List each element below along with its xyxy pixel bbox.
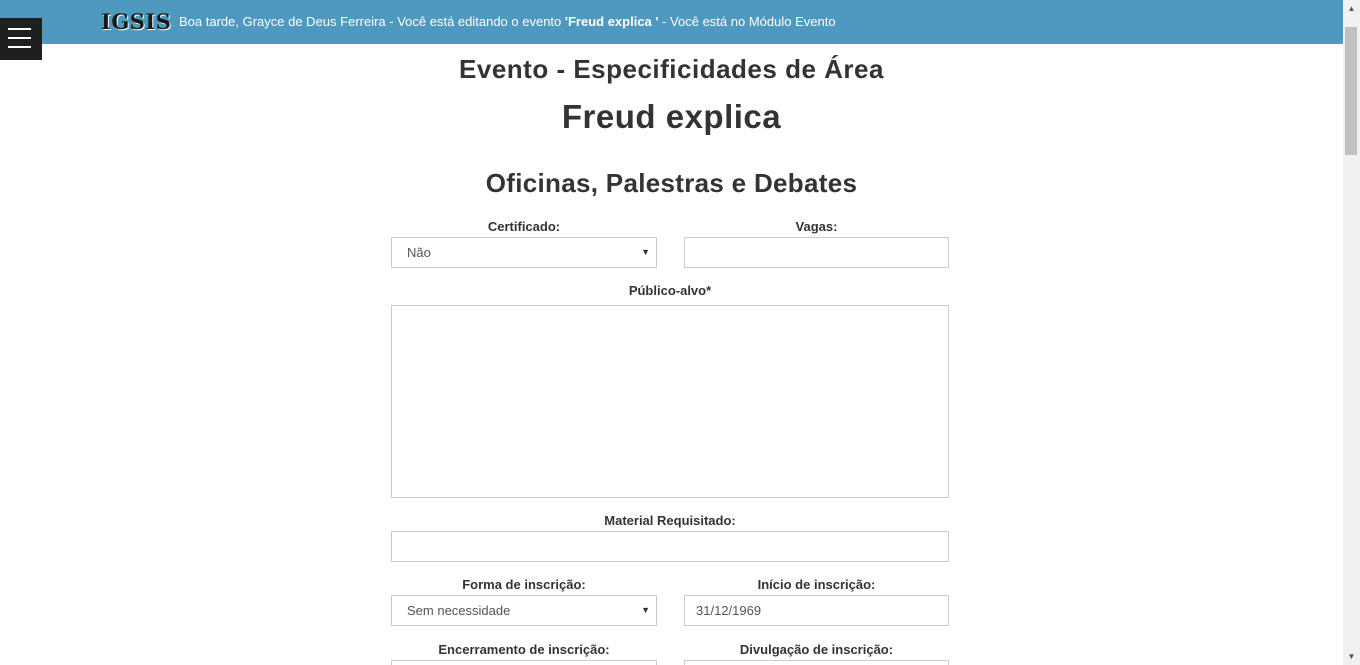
- section-title: Oficinas, Palestras e Debates: [485, 168, 858, 198]
- inicio-inscricao-input[interactable]: 31/12/1969: [684, 595, 949, 626]
- top-navbar: IGSIS Boa tarde, Grayce de Deus Ferreira…: [0, 0, 1343, 44]
- vagas-input[interactable]: [684, 237, 949, 268]
- divulgacao-inscricao-label: Divulgação de inscrição:: [739, 642, 894, 657]
- publico-alvo-textarea[interactable]: [391, 305, 949, 498]
- menu-line: [8, 28, 31, 30]
- page-heading: Evento - Especificidades de Área: [459, 54, 884, 84]
- material-requisitado-input[interactable]: [391, 531, 949, 562]
- scroll-down-arrow-icon[interactable]: ▼: [1343, 648, 1360, 665]
- vertical-scrollbar[interactable]: ▲ ▼: [1343, 0, 1360, 665]
- divulgacao-inscricao-input[interactable]: [684, 660, 949, 665]
- greeting-suffix: - Você está no Módulo Evento: [658, 14, 836, 29]
- encerramento-inscricao-input[interactable]: [391, 660, 657, 665]
- certificado-selected-value: Não: [407, 245, 431, 260]
- greeting-event-name: 'Freud explica ': [564, 14, 659, 29]
- encerramento-inscricao-label: Encerramento de inscrição:: [438, 642, 610, 657]
- igsis-logo[interactable]: IGSIS: [101, 9, 171, 34]
- chevron-down-icon: ▼: [641, 247, 650, 257]
- certificado-label: Certificado:: [487, 219, 561, 234]
- menu-line: [8, 37, 31, 39]
- forma-inscricao-select[interactable]: Sem necessidade ▼: [391, 595, 657, 626]
- inicio-inscricao-label: Início de inscrição:: [757, 577, 876, 592]
- vagas-label: Vagas:: [795, 219, 838, 234]
- chevron-down-icon: ▼: [641, 605, 650, 615]
- greeting-text: Boa tarde, Grayce de Deus Ferreira - Voc…: [179, 14, 836, 29]
- menu-line: [8, 46, 31, 48]
- hamburger-menu-icon[interactable]: [0, 18, 42, 60]
- forma-inscricao-selected-value: Sem necessidade: [407, 603, 511, 618]
- scroll-thumb[interactable]: [1345, 27, 1357, 155]
- material-requisitado-label: Material Requisitado:: [604, 513, 736, 528]
- event-title: Freud explica: [561, 98, 782, 135]
- publico-alvo-label: Público-alvo*: [628, 283, 712, 298]
- greeting-prefix: Boa tarde, Grayce de Deus Ferreira - Voc…: [179, 14, 565, 29]
- certificado-select[interactable]: Não ▼: [391, 237, 657, 268]
- scroll-up-arrow-icon[interactable]: ▲: [1343, 0, 1360, 17]
- forma-inscricao-label: Forma de inscrição:: [462, 577, 586, 592]
